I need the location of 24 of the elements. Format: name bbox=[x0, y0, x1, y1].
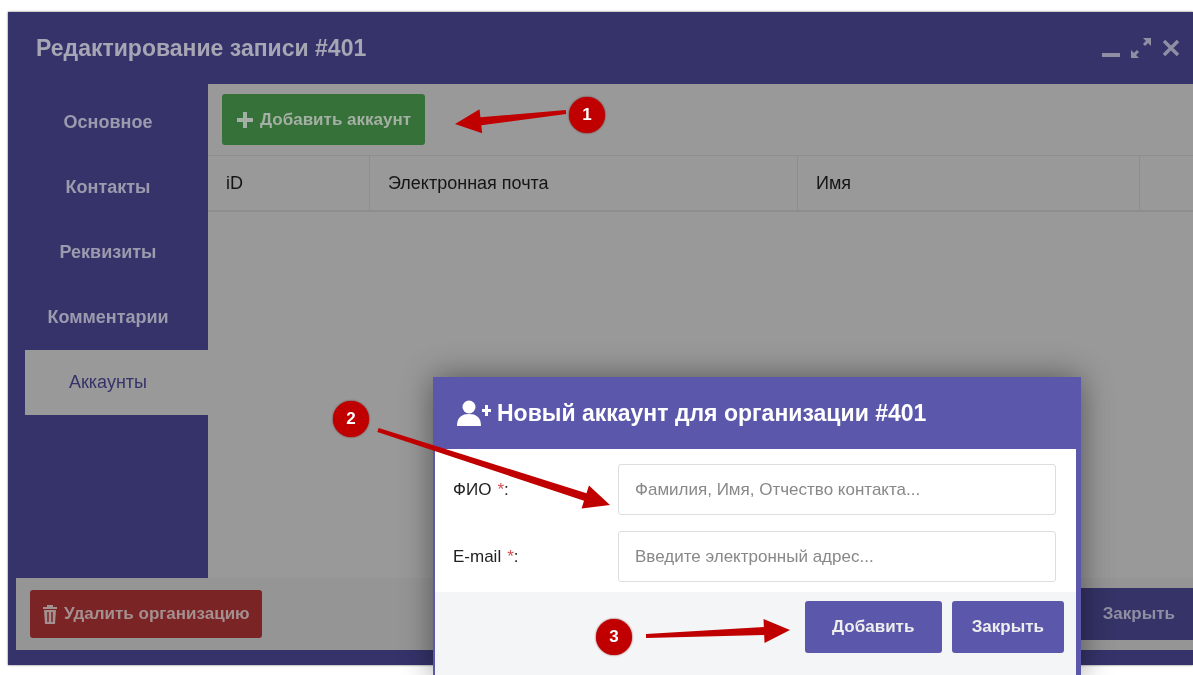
input-field[interactable]: Фамилия, Имя, Отчество контакта... bbox=[618, 464, 1056, 515]
field-label: E-mail *: bbox=[453, 546, 519, 567]
column-header: Электронная почта bbox=[370, 156, 798, 210]
dialog-title: Новый аккаунт для организации #401 bbox=[497, 399, 927, 427]
field-label: ФИО *: bbox=[453, 479, 509, 500]
column-header: iD bbox=[208, 156, 370, 210]
maximize-icon[interactable] bbox=[1129, 36, 1153, 60]
add-button[interactable]: Добавить bbox=[804, 601, 942, 653]
sidebar-tab[interactable]: Комментарии bbox=[8, 285, 208, 350]
trash-icon bbox=[42, 604, 58, 624]
delete-organization-button[interactable]: Удалить организацию bbox=[30, 590, 262, 638]
column-header: Имя bbox=[798, 156, 1140, 210]
close-icon[interactable] bbox=[1161, 38, 1181, 58]
add-account-button[interactable]: Добавить аккаунт bbox=[222, 94, 426, 145]
window-title: Редактирование записи #401 bbox=[36, 34, 367, 62]
plus-icon bbox=[236, 110, 254, 129]
sidebar-tab[interactable]: Контакты bbox=[8, 155, 208, 220]
sidebar-tab[interactable]: Основное bbox=[8, 90, 208, 155]
close-button[interactable]: Закрыть bbox=[951, 601, 1064, 653]
add-user-icon bbox=[457, 400, 491, 426]
sidebar-tab[interactable]: Реквизиты bbox=[8, 220, 208, 285]
sidebar-tab[interactable]: Аккаунты bbox=[25, 350, 208, 415]
close-button[interactable]: Закрыть bbox=[1080, 588, 1193, 640]
input-field[interactable]: Введите электронный адрес... bbox=[618, 531, 1056, 582]
